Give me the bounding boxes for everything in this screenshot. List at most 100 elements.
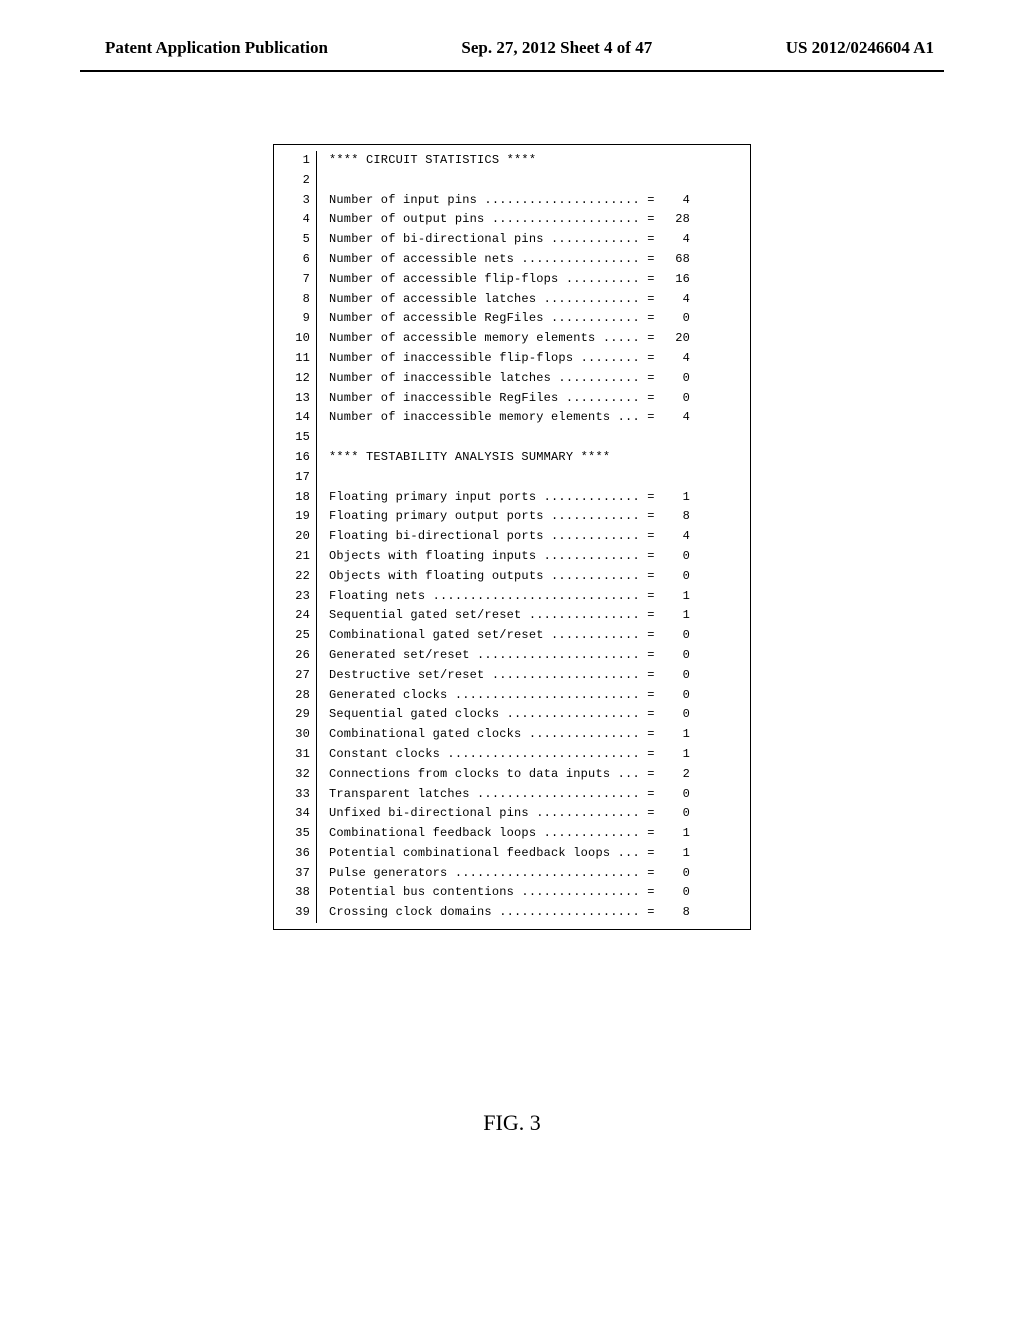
- line-number: 7: [280, 270, 317, 290]
- stat-value: 1: [662, 606, 690, 626]
- stat-value: 20: [662, 329, 690, 349]
- stat-value: 0: [662, 547, 690, 567]
- line-number: 14: [280, 408, 317, 428]
- listing-row: 6Number of accessible nets .............…: [280, 250, 740, 270]
- stat-label: Number of accessible memory elements ...…: [329, 329, 640, 349]
- line-number: 9: [280, 309, 317, 329]
- line-number: 5: [280, 230, 317, 250]
- stat-label: Number of inaccessible flip-flops ......…: [329, 349, 640, 369]
- listing-row: 25Combinational gated set/reset ........…: [280, 626, 740, 646]
- stat-label: Pulse generators .......................…: [329, 864, 640, 884]
- stat-value: 8: [662, 903, 690, 923]
- stat-value: 0: [662, 567, 690, 587]
- line-number: 21: [280, 547, 317, 567]
- listing-row: 26Generated set/reset ..................…: [280, 646, 740, 666]
- line-number: 36: [280, 844, 317, 864]
- stat-value: 4: [662, 527, 690, 547]
- statistics-listing: 1 **** CIRCUIT STATISTICS ****2 3Number …: [273, 144, 751, 930]
- stat-value: 0: [662, 883, 690, 903]
- line-number: 2: [280, 171, 317, 191]
- stat-value: 16: [662, 270, 690, 290]
- stat-label: Floating primary output ports ..........…: [329, 507, 640, 527]
- line-number: 8: [280, 290, 317, 310]
- line-number: 3: [280, 191, 317, 211]
- stat-label: Number of accessible nets ..............…: [329, 250, 640, 270]
- stat-label: Potential combinational feedback loops .…: [329, 844, 640, 864]
- section-title: **** CIRCUIT STATISTICS ****: [329, 151, 536, 171]
- stat-value: 8: [662, 507, 690, 527]
- stat-value: 0: [662, 626, 690, 646]
- stat-label: Floating bi-directional ports ..........…: [329, 527, 640, 547]
- line-number: 1: [280, 151, 317, 171]
- stat-value: 0: [662, 369, 690, 389]
- stat-label: Floating nets ..........................…: [329, 587, 640, 607]
- stat-value: 4: [662, 191, 690, 211]
- listing-row: 1 **** CIRCUIT STATISTICS ****: [280, 151, 740, 171]
- line-number: 22: [280, 567, 317, 587]
- listing-row: 7 Number of accessible flip-flops .......…: [280, 270, 740, 290]
- stat-label: Combinational gated clocks .............…: [329, 725, 640, 745]
- listing-row: 5Number of bi-directional pins .........…: [280, 230, 740, 250]
- line-number: 13: [280, 389, 317, 409]
- stat-value: 0: [662, 785, 690, 805]
- line-number: 32: [280, 765, 317, 785]
- page-header: Patent Application Publication Sep. 27, …: [0, 0, 1024, 70]
- listing-row: 31Constant clocks ......................…: [280, 745, 740, 765]
- stat-value: 1: [662, 844, 690, 864]
- listing-row: 12Number of inaccessible latches .......…: [280, 369, 740, 389]
- listing-row: 18Floating primary input ports .........…: [280, 488, 740, 508]
- stat-label: Combinational feedback loops ...........…: [329, 824, 640, 844]
- stat-value: 1: [662, 745, 690, 765]
- stat-value: 0: [662, 705, 690, 725]
- listing-row: 35 Combinational feedback loops .........…: [280, 824, 740, 844]
- stat-label: Number of accessible RegFiles ..........…: [329, 309, 640, 329]
- stat-label: Number of inaccessible latches .........…: [329, 369, 640, 389]
- listing-row: 29Sequential gated clocks ..............…: [280, 705, 740, 725]
- listing-row: 38Potential bus contentions ............…: [280, 883, 740, 903]
- header-left: Patent Application Publication: [105, 38, 328, 58]
- listing-row: 37Pulse generators .....................…: [280, 864, 740, 884]
- listing-row: 21Objects with floating inputs .........…: [280, 547, 740, 567]
- stat-label: Connections from clocks to data inputs .…: [329, 765, 640, 785]
- line-number: 35: [280, 824, 317, 844]
- listing-row: 32 Connections from clocks to data inputs…: [280, 765, 740, 785]
- stat-value: 0: [662, 666, 690, 686]
- stat-label: Number of accessible flip-flops ........…: [329, 270, 640, 290]
- listing-row: 15: [280, 428, 740, 448]
- listing-row: 9 Number of accessible RegFiles .........…: [280, 309, 740, 329]
- line-number: 11: [280, 349, 317, 369]
- stat-label: Transparent latches ....................…: [329, 785, 640, 805]
- stat-label: Number of output pins ..................…: [329, 210, 640, 230]
- stat-value: 4: [662, 349, 690, 369]
- stat-value: 4: [662, 290, 690, 310]
- line-number: 18: [280, 488, 317, 508]
- listing-row: 28Generated clocks .....................…: [280, 686, 740, 706]
- stat-value: 4: [662, 408, 690, 428]
- line-number: 34: [280, 804, 317, 824]
- line-number: 33: [280, 785, 317, 805]
- listing-row: 33 Transparent latches ..................…: [280, 785, 740, 805]
- listing-row: 34 Unfixed bi-directional pins ..........…: [280, 804, 740, 824]
- section-title: **** TESTABILITY ANALYSIS SUMMARY ****: [329, 448, 610, 468]
- stat-value: 1: [662, 725, 690, 745]
- figure-caption: FIG. 3: [0, 1110, 1024, 1136]
- line-number: 30: [280, 725, 317, 745]
- stat-value: 68: [662, 250, 690, 270]
- header-rule: [80, 70, 944, 72]
- line-number: 24: [280, 606, 317, 626]
- line-number: 29: [280, 705, 317, 725]
- listing-row: 11 Number of inaccessible flip-flops ....…: [280, 349, 740, 369]
- stat-label: Generated clocks .......................…: [329, 686, 640, 706]
- listing-row: 8Number of accessible latches ..........…: [280, 290, 740, 310]
- listing-row: 19Floating primary output ports ........…: [280, 507, 740, 527]
- line-number: 25: [280, 626, 317, 646]
- stat-value: 1: [662, 587, 690, 607]
- stat-value: 1: [662, 824, 690, 844]
- stat-label: Number of input pins ...................…: [329, 191, 640, 211]
- stat-label: Number of inaccessible memory elements .…: [329, 408, 640, 428]
- stat-label: Unfixed bi-directional pins ............…: [329, 804, 640, 824]
- stat-label: Objects with floating outputs ..........…: [329, 567, 640, 587]
- listing-row: 36 Potential combinational feedback loops…: [280, 844, 740, 864]
- stat-label: Generated set/reset ....................…: [329, 646, 640, 666]
- stat-value: 0: [662, 864, 690, 884]
